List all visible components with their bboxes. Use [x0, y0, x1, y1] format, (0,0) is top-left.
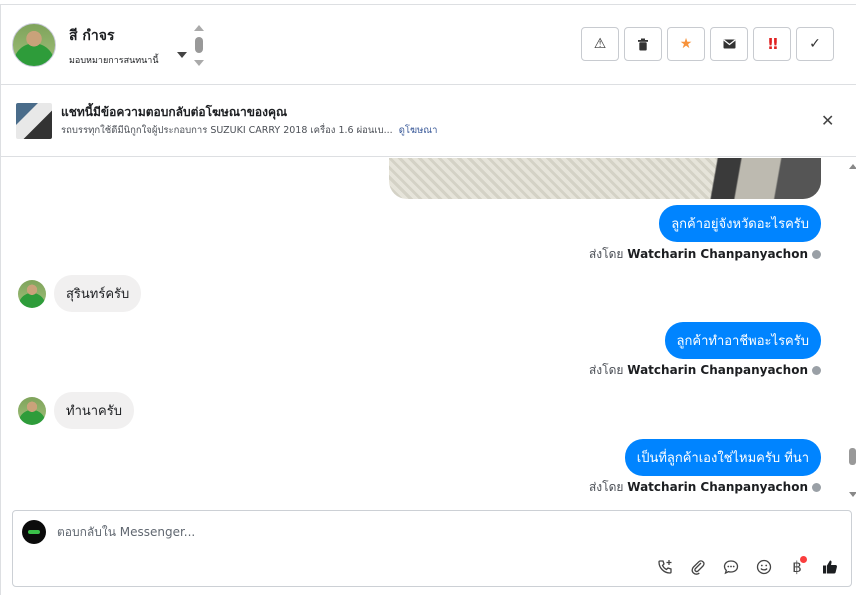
info-icon[interactable]: [812, 483, 821, 492]
star-button[interactable]: ★: [667, 27, 705, 61]
call-add-button[interactable]: [654, 556, 676, 578]
message-list: ลูกค้าอยู่จังหวัดอะไรครับ ส่งโดย Watchar…: [1, 158, 856, 510]
sent-by-prefix: ส่งโดย: [588, 247, 624, 261]
contact-name[interactable]: สี กำจร: [69, 25, 114, 47]
scroll-up-arrow-icon[interactable]: [194, 25, 204, 31]
reply-input[interactable]: [57, 521, 657, 543]
outgoing-message[interactable]: ลูกค้าอยู่จังหวัดอะไรครับ: [659, 205, 821, 242]
saved-replies-button[interactable]: [720, 556, 742, 578]
delete-button[interactable]: [624, 27, 662, 61]
chat-bubble-icon: [723, 560, 739, 575]
sent-by-agent[interactable]: Watcharin Chanpanyachon: [627, 480, 808, 494]
assign-conversation-label[interactable]: มอบหมายการสนทนานี้: [69, 53, 159, 67]
attach-button[interactable]: [687, 556, 709, 578]
image-attachment[interactable]: [389, 158, 821, 199]
sent-by-agent[interactable]: Watcharin Chanpanyachon: [627, 247, 808, 261]
sent-by-label: ส่งโดย Watcharin Chanpanyachon: [589, 478, 821, 497]
scroll-up-arrow-icon[interactable]: [849, 164, 856, 169]
sent-by-label: ส่งโดย Watcharin Chanpanyachon: [589, 245, 821, 264]
scroll-down-arrow-icon[interactable]: [194, 60, 204, 66]
sent-by-label: ส่งโดย Watcharin Chanpanyachon: [589, 361, 821, 380]
payment-button[interactable]: ฿: [786, 556, 808, 578]
ad-banner-description: รถบรรทุกใช้ดีมีนิกูกใจผู้ประกอบการ SUZUK…: [61, 123, 437, 138]
header-actions: ⚠ ★ !! ✓: [581, 27, 834, 61]
header-scroll-widget[interactable]: [194, 25, 204, 69]
emoji-button[interactable]: [753, 556, 775, 578]
view-ad-link[interactable]: ดูโฆษณา: [399, 125, 438, 136]
ad-description-text: รถบรรทุกใช้ดีมีนิกูกใจผู้ประกอบการ SUZUK…: [61, 125, 393, 136]
mark-done-button[interactable]: ✓: [796, 27, 834, 61]
trash-icon: [638, 38, 648, 50]
page-avatar: [22, 520, 46, 544]
reply-composer: ฿: [12, 510, 852, 587]
thumbs-up-icon: [823, 560, 837, 574]
contact-avatar-small[interactable]: [18, 397, 46, 425]
ad-reply-banner: แชทนี้มีข้อความตอบกลับต่อโฆษณาของคุณ รถบ…: [1, 85, 856, 157]
check-icon: ✓: [809, 36, 821, 52]
scroll-down-arrow-icon[interactable]: [849, 492, 856, 497]
incoming-message[interactable]: ทำนาครับ: [54, 392, 134, 429]
sent-by-prefix: ส่งโดย: [588, 480, 624, 494]
contact-avatar[interactable]: [12, 23, 56, 67]
outgoing-message[interactable]: ลูกค้าทำอาชีพอะไรครับ: [664, 322, 821, 359]
paperclip-icon: [691, 560, 705, 575]
assign-dropdown-caret-icon[interactable]: [177, 52, 187, 58]
notification-dot: [800, 556, 807, 563]
urgent-icon: !!: [767, 35, 779, 53]
outgoing-message[interactable]: เป็นที่ลูกค้าเองใช่ไหมครับ ที่นา: [624, 439, 821, 476]
ad-banner-title: แชทนี้มีข้อความตอบกลับต่อโฆษณาของคุณ: [61, 105, 288, 119]
smiley-icon: [756, 559, 772, 575]
close-icon[interactable]: ✕: [821, 111, 834, 130]
scroll-thumb[interactable]: [849, 448, 856, 465]
sent-by-prefix: ส่งโดย: [588, 363, 624, 377]
like-button[interactable]: [819, 556, 841, 578]
message-scrollbar[interactable]: [846, 164, 856, 500]
info-icon[interactable]: [812, 250, 821, 259]
warning-icon: ⚠: [593, 36, 607, 52]
info-icon[interactable]: [812, 366, 821, 375]
composer-tools: ฿: [654, 556, 841, 578]
phone-plus-icon: [658, 560, 672, 574]
scroll-thumb[interactable]: [195, 37, 203, 53]
contact-avatar-small[interactable]: [18, 280, 46, 308]
follow-up-button[interactable]: !!: [753, 27, 791, 61]
report-spam-button[interactable]: ⚠: [581, 27, 619, 61]
conversation-panel: สี กำจร มอบหมายการสนทนานี้ ⚠ ★ !! ✓ แชทน…: [0, 4, 856, 595]
envelope-icon: [722, 39, 736, 49]
star-icon: ★: [679, 36, 693, 52]
sent-by-agent[interactable]: Watcharin Chanpanyachon: [627, 363, 808, 377]
conversation-header: สี กำจร มอบหมายการสนทนานี้ ⚠ ★ !! ✓: [1, 5, 856, 85]
mark-unread-button[interactable]: [710, 27, 748, 61]
ad-thumbnail[interactable]: [16, 103, 52, 139]
incoming-message[interactable]: สุรินทร์ครับ: [54, 275, 142, 312]
